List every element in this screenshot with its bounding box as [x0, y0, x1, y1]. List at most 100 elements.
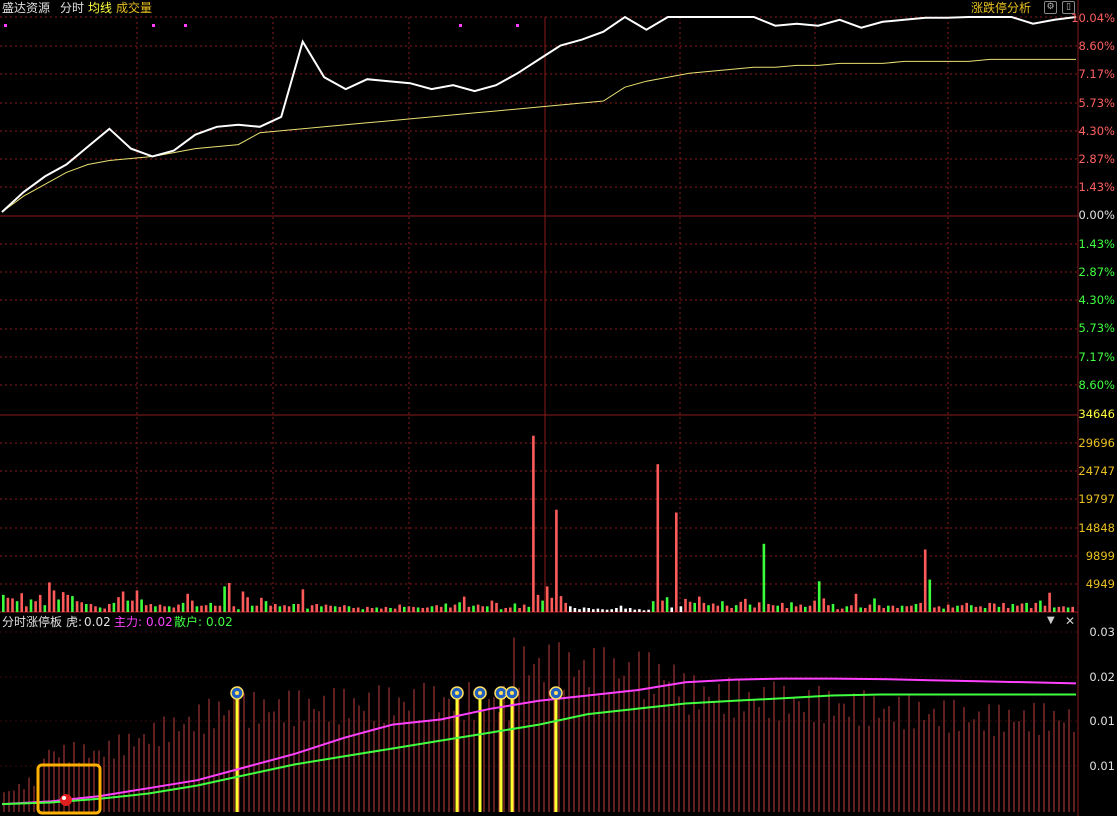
top-marker [516, 24, 519, 27]
volume-bar [974, 606, 978, 612]
volume-bar [89, 604, 93, 612]
volume-bar [338, 606, 342, 612]
volume-bar [439, 606, 443, 612]
volume-bar [301, 589, 305, 612]
volume-bar [679, 606, 683, 612]
price-axis-zero: 0.00% [1078, 208, 1115, 222]
volume-bar [149, 604, 153, 612]
volume-bar [1053, 607, 1056, 612]
volume-bar [919, 602, 922, 612]
volume-bar [545, 586, 549, 612]
volume-bar [1043, 605, 1047, 612]
volume-bar [158, 604, 162, 612]
mode-label[interactable]: 分时 [60, 1, 84, 15]
close-icon[interactable]: ✕ [1065, 614, 1075, 628]
volume-bar [642, 610, 646, 612]
volume-axis-label: 4949 [1085, 577, 1115, 591]
ball-icon-body [60, 794, 72, 806]
volume-label[interactable]: 成交量 [116, 1, 152, 15]
volume-bar [896, 608, 899, 612]
volume-bar [951, 607, 955, 612]
volume-bar [495, 602, 498, 612]
volume-bar [15, 601, 19, 612]
volume-bar [592, 609, 595, 612]
volume-bar [970, 605, 973, 612]
analysis-button[interactable]: 涨跌停分析 [971, 1, 1031, 15]
volume-bar [767, 604, 770, 612]
volume-bar [638, 609, 641, 612]
indicator-axis-label: 0.01 [1089, 759, 1115, 773]
volume-bar [144, 605, 148, 612]
volume-bar [1057, 606, 1061, 612]
retail-label: 散户: [174, 615, 203, 629]
volume-bar [956, 605, 959, 612]
volume-bar [988, 602, 991, 612]
volume-bar [223, 586, 226, 612]
volume-bar [615, 608, 618, 612]
volume-bar [596, 608, 600, 612]
volume-bar [822, 598, 826, 612]
volume-bar [241, 591, 245, 612]
volume-bar [218, 605, 222, 612]
volume-bar [467, 606, 471, 612]
volume-bar [227, 583, 231, 612]
volume-bar [472, 605, 475, 612]
volume-bar [850, 605, 853, 612]
volume-bar [808, 605, 812, 612]
volume-bar [200, 605, 203, 612]
volume-bar [352, 608, 355, 612]
volume-bar [121, 591, 125, 612]
volume-bar [181, 602, 185, 612]
volume-bar [361, 609, 365, 612]
volume-bar [329, 605, 332, 612]
volume-bar [94, 606, 97, 612]
volume-bar [1062, 606, 1065, 612]
volume-bar [57, 599, 60, 612]
volume-bar [255, 605, 259, 612]
volume-bar [914, 604, 918, 612]
volume-bar [707, 605, 710, 612]
volume-bar [578, 609, 581, 612]
avg-line-label[interactable]: 均线 [88, 1, 112, 15]
volume-bar [499, 609, 503, 612]
volume-bar [453, 604, 457, 612]
coin-icon-center [554, 691, 558, 695]
volume-bar [435, 605, 438, 612]
volume-axis-label: 29696 [1078, 436, 1115, 450]
volume-bar [781, 602, 784, 612]
volume-bar [716, 605, 720, 612]
volume-bar [900, 605, 904, 612]
chevron-down-icon[interactable]: ▼ [1047, 614, 1055, 628]
volume-axis-label: 24747 [1078, 464, 1115, 478]
signal-bar [235, 694, 239, 812]
gear-icon[interactable]: ⚙ [1044, 1, 1057, 14]
top-marker [4, 24, 7, 27]
volume-bar [250, 605, 254, 612]
volume-bar [748, 604, 752, 612]
volume-bar [1025, 602, 1028, 612]
volume-bar [817, 581, 821, 612]
stock-name[interactable]: 盛达资源 [2, 1, 50, 15]
volume-bar [421, 608, 425, 612]
price-axis-label: 5.73% [1078, 96, 1115, 110]
volume-bar [670, 607, 673, 612]
volume-bar [804, 606, 807, 612]
coin-icon-center [455, 691, 459, 695]
volume-bar [389, 608, 392, 612]
price-axis-label: 8.60% [1078, 378, 1115, 392]
volume-bar [20, 593, 23, 612]
indicator-axis-label: 0.02 [1089, 670, 1115, 684]
timeshare-chart[interactable] [0, 0, 1117, 816]
volume-bar [721, 601, 724, 612]
volume-bar [513, 603, 517, 612]
signal-bar [499, 694, 503, 812]
indicator-name[interactable]: 分时涨停板 [2, 615, 62, 629]
volume-bar [297, 604, 300, 612]
coin-icon-center [499, 691, 503, 695]
volume-bar [628, 608, 632, 612]
coin-icon [549, 686, 563, 700]
price-axis-label: 7.17% [1078, 350, 1115, 364]
volume-bar [398, 604, 401, 612]
volume-bar [877, 605, 881, 612]
volume-bar [753, 607, 756, 612]
